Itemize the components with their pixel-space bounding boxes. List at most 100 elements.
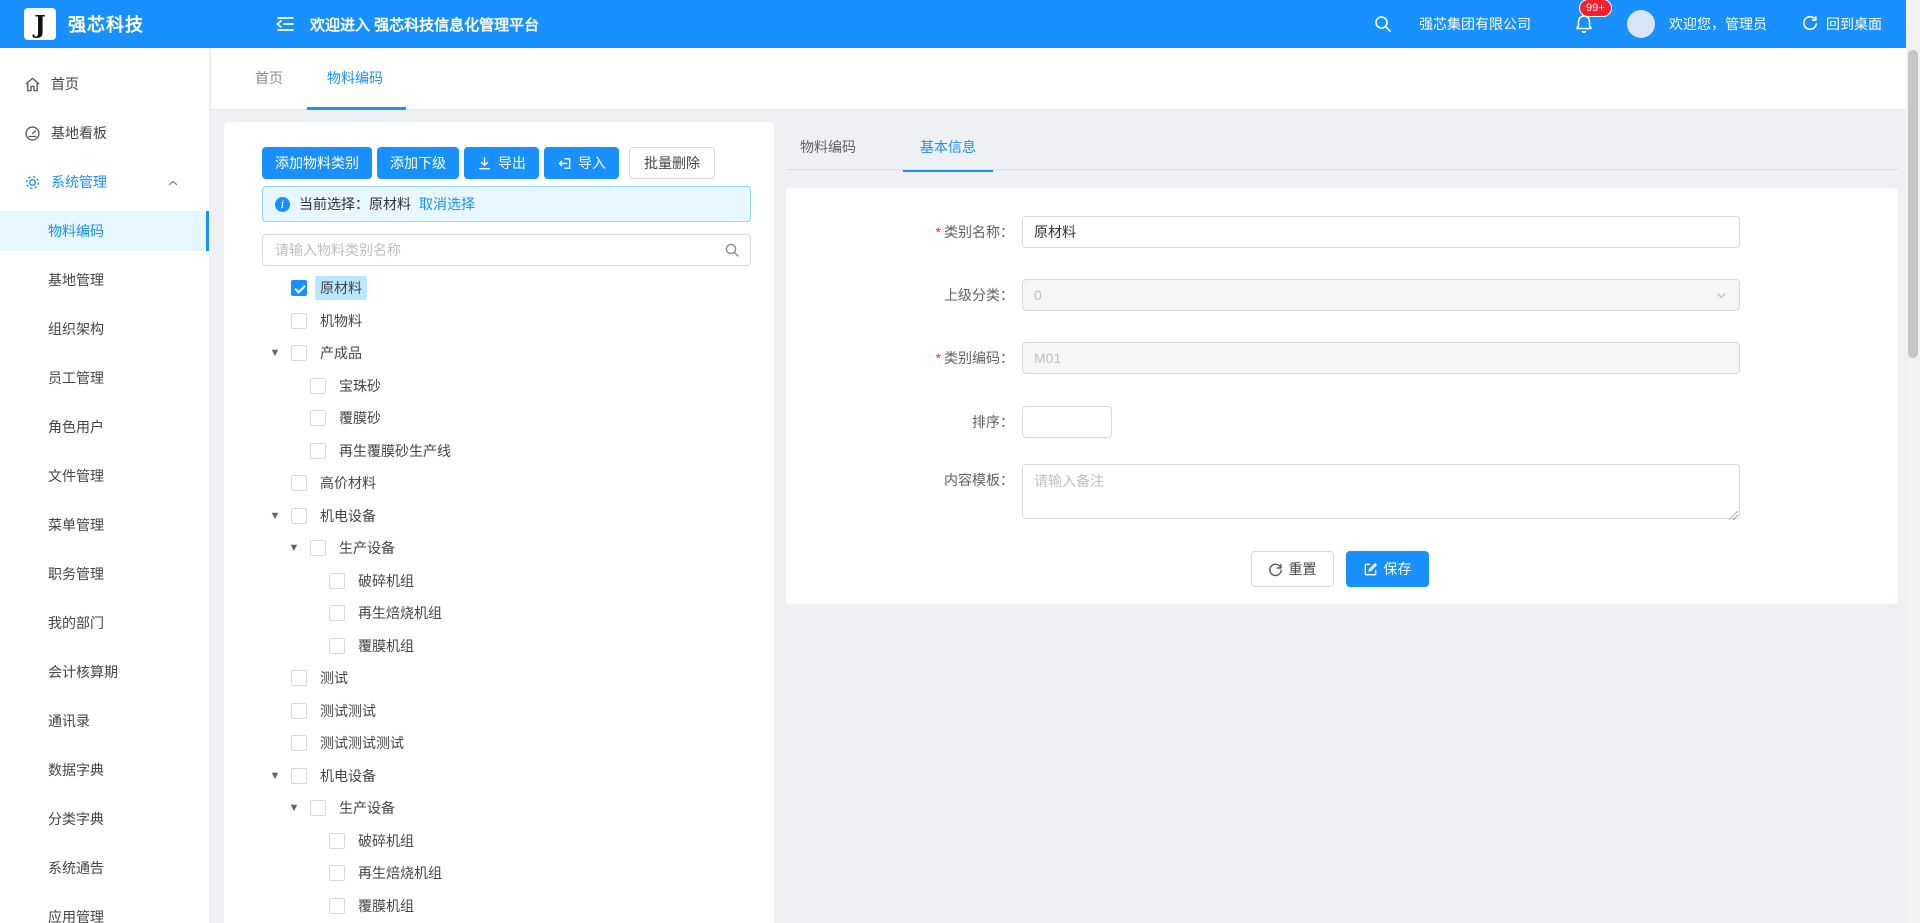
tree-node-label[interactable]: 破碎机组 (353, 829, 419, 853)
page-tab[interactable]: 物料编码 (327, 68, 383, 90)
reset-button[interactable]: 重置 (1251, 551, 1334, 587)
tree-node-label[interactable]: 破碎机组 (353, 569, 419, 593)
tree-node[interactable]: ▼ 生产设备 (268, 532, 764, 565)
tree-checkbox[interactable] (310, 443, 326, 459)
caret-down-icon[interactable]: ▼ (268, 770, 282, 782)
sidebar-item-system[interactable]: 系统管理 (0, 162, 209, 202)
tree-checkbox[interactable] (291, 768, 307, 784)
tree-node-label[interactable]: 再生焙烧机组 (353, 861, 447, 885)
company-name[interactable]: 强芯集团有限公司 (1419, 14, 1531, 34)
tree-node-label[interactable]: 测试测试 (315, 699, 381, 723)
tree-checkbox[interactable] (291, 670, 307, 686)
tree-node[interactable]: ▼ 机电设备 (268, 500, 764, 533)
tree-node-label[interactable]: 生产设备 (334, 536, 400, 560)
search-icon[interactable] (724, 242, 740, 258)
tree-node[interactable]: ▼ 高价材料 (268, 467, 764, 500)
sidebar-submenu-item[interactable]: 分类字典 (0, 799, 209, 839)
tree-node-label[interactable]: 生产设备 (334, 796, 400, 820)
save-button[interactable]: 保存 (1346, 551, 1429, 587)
tree-node[interactable]: ▼ 测试测试 (268, 695, 764, 728)
tree-node-label[interactable]: 再生覆膜砂生产线 (334, 439, 456, 463)
caret-down-icon[interactable]: ▼ (268, 510, 282, 522)
tree-checkbox[interactable] (291, 280, 307, 296)
vertical-scrollbar[interactable] (1906, 0, 1920, 923)
batch-delete-button[interactable]: 批量删除 (629, 147, 715, 179)
sidebar-submenu-item[interactable]: 基地管理 (0, 260, 209, 300)
cancel-selection-link[interactable]: 取消选择 (419, 194, 475, 214)
template-textarea[interactable] (1022, 464, 1740, 519)
sidebar-submenu-item[interactable]: 通讯录 (0, 701, 209, 741)
tree-node[interactable]: ▼ 再生焙烧机组 (268, 857, 764, 890)
tree-node[interactable]: ▼ 破碎机组 (268, 825, 764, 858)
page-tab[interactable]: 首页 (255, 68, 283, 90)
search-icon[interactable] (1373, 14, 1393, 34)
tree-node[interactable]: ▼ 原材料 (268, 272, 764, 305)
tree-checkbox[interactable] (291, 345, 307, 361)
tree-node-label[interactable]: 覆膜机组 (353, 634, 419, 658)
tree-checkbox[interactable] (329, 898, 345, 914)
sidebar-submenu-item[interactable]: 文件管理 (0, 456, 209, 496)
tree-node[interactable]: ▼ 测试测试测试 (268, 727, 764, 760)
tree-node-label[interactable]: 宝珠砂 (334, 374, 386, 398)
tree-node-label[interactable]: 覆膜机组 (353, 894, 419, 918)
sidebar-item-dashboard[interactable]: 基地看板 (0, 113, 209, 153)
tree-node[interactable]: ▼ 再生焙烧机组 (268, 597, 764, 630)
name-input[interactable] (1022, 216, 1740, 248)
tree-node[interactable]: ▼ 测试 (268, 662, 764, 695)
tree-node[interactable]: ▼ 覆膜砂 (268, 402, 764, 435)
caret-down-icon[interactable]: ▼ (268, 347, 282, 359)
add-category-button[interactable]: 添加物料类别 (262, 147, 372, 179)
detail-tab[interactable]: 基本信息 (920, 137, 976, 157)
tree-checkbox[interactable] (329, 638, 345, 654)
tree-checkbox[interactable] (291, 475, 307, 491)
tree-node[interactable]: ▼ 生产设备 (268, 792, 764, 825)
tree-checkbox[interactable] (329, 605, 345, 621)
tree-node-label[interactable]: 再生焙烧机组 (353, 601, 447, 625)
tree-node-label[interactable]: 机电设备 (315, 764, 381, 788)
tree-node[interactable]: ▼ 覆膜机组 (268, 630, 764, 663)
tree-checkbox[interactable] (310, 378, 326, 394)
parent-select[interactable]: 0 (1022, 279, 1740, 311)
sidebar-submenu-item[interactable]: 我的部门 (0, 603, 209, 643)
avatar[interactable] (1627, 10, 1655, 38)
export-button[interactable]: 导出 (464, 147, 539, 179)
tree-checkbox[interactable] (291, 703, 307, 719)
sidebar-item-home[interactable]: 首页 (0, 64, 209, 104)
tree-checkbox[interactable] (329, 833, 345, 849)
detail-tab[interactable]: 物料编码 (800, 137, 856, 157)
tree-checkbox[interactable] (329, 865, 345, 881)
tree-node-label[interactable]: 高价材料 (315, 471, 381, 495)
import-button[interactable]: 导入 (544, 147, 619, 179)
sidebar-submenu-item[interactable]: 系统通告 (0, 848, 209, 888)
sidebar-submenu-item[interactable]: 员工管理 (0, 358, 209, 398)
tree-checkbox[interactable] (291, 313, 307, 329)
tree-node-label[interactable]: 产成品 (315, 341, 367, 365)
tree-node[interactable]: ▼ 宝珠砂 (268, 370, 764, 403)
tree-node[interactable]: ▼ 破碎机组 (268, 565, 764, 598)
sidebar-submenu-item[interactable]: 角色用户 (0, 407, 209, 447)
caret-down-icon[interactable]: ▼ (287, 802, 301, 814)
tree-node[interactable]: ▼ 机物料 (268, 305, 764, 338)
tree-node[interactable]: ▼ 再生覆膜砂生产线 (268, 435, 764, 468)
tree-node[interactable]: ▼ 覆膜机组 (268, 890, 764, 923)
sidebar-submenu-item[interactable]: 物料编码 (0, 211, 209, 251)
tree-checkbox[interactable] (310, 540, 326, 556)
tree-checkbox[interactable] (291, 508, 307, 524)
back-to-desktop-button[interactable]: 回到桌面 (1801, 14, 1882, 34)
tree-checkbox[interactable] (291, 735, 307, 751)
category-search-input[interactable] (263, 242, 724, 258)
sidebar-submenu-item[interactable]: 组织架构 (0, 309, 209, 349)
sidebar-submenu-item[interactable]: 数据字典 (0, 750, 209, 790)
tree-node-label[interactable]: 原材料 (315, 276, 367, 300)
notification-bell[interactable]: 99+ (1573, 13, 1595, 35)
add-child-button[interactable]: 添加下级 (377, 147, 459, 179)
sidebar-submenu-item[interactable]: 应用管理 (0, 897, 209, 923)
tree-node[interactable]: ▼ 产成品 (268, 337, 764, 370)
tree-checkbox[interactable] (310, 410, 326, 426)
sidebar-submenu-item[interactable]: 职务管理 (0, 554, 209, 594)
sort-input[interactable] (1022, 406, 1112, 438)
caret-down-icon[interactable]: ▼ (287, 542, 301, 554)
tree-node[interactable]: ▼ 机电设备 (268, 760, 764, 793)
tree-node-label[interactable]: 机物料 (315, 309, 367, 333)
tree-checkbox[interactable] (329, 573, 345, 589)
